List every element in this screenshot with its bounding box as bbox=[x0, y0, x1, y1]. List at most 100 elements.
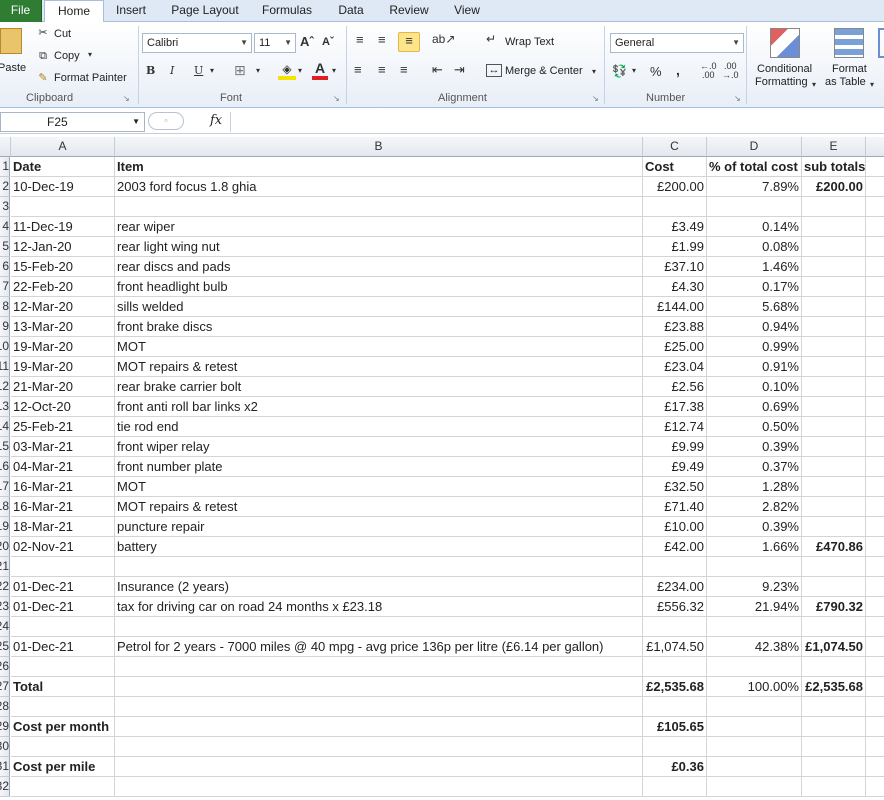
increase-indent-icon[interactable]: ⇥ bbox=[454, 62, 465, 78]
cell-F31[interactable] bbox=[866, 757, 884, 777]
cell-E14[interactable] bbox=[802, 417, 866, 437]
cell-B26[interactable] bbox=[115, 657, 643, 677]
cell-B24[interactable] bbox=[115, 617, 643, 637]
cell-C29[interactable]: £105.65 bbox=[643, 717, 707, 737]
cell-F25[interactable] bbox=[866, 637, 884, 657]
cell-B32[interactable] bbox=[115, 777, 643, 797]
chevron-down-icon[interactable]: ▾ bbox=[812, 80, 816, 89]
cell-D20[interactable]: 1.66% bbox=[707, 537, 802, 557]
cell-B11[interactable]: MOT repairs & retest bbox=[115, 357, 643, 377]
scissors-icon[interactable]: ✂ bbox=[36, 26, 50, 39]
cell-D32[interactable] bbox=[707, 777, 802, 797]
decrease-decimal-icon[interactable]: .00 →.0 bbox=[722, 62, 739, 80]
chevron-down-icon[interactable]: ▾ bbox=[870, 80, 874, 89]
cell-C20[interactable]: £42.00 bbox=[643, 537, 707, 557]
cell-A11[interactable]: 19-Mar-20 bbox=[11, 357, 115, 377]
cell-E10[interactable] bbox=[802, 337, 866, 357]
cell-D12[interactable]: 0.10% bbox=[707, 377, 802, 397]
cell-D7[interactable]: 0.17% bbox=[707, 277, 802, 297]
cell-E18[interactable] bbox=[802, 497, 866, 517]
cell-F29[interactable] bbox=[866, 717, 884, 737]
cell-E25[interactable]: £1,074.50 bbox=[802, 637, 866, 657]
cell-A25[interactable]: 01-Dec-21 bbox=[11, 637, 115, 657]
cell-C17[interactable]: £32.50 bbox=[643, 477, 707, 497]
name-box[interactable]: F25 ▼ bbox=[0, 112, 145, 132]
decrease-indent-icon[interactable]: ⇤ bbox=[432, 62, 443, 78]
cell-D16[interactable]: 0.37% bbox=[707, 457, 802, 477]
cell-E24[interactable] bbox=[802, 617, 866, 637]
cell-A19[interactable]: 18-Mar-21 bbox=[11, 517, 115, 537]
row-header[interactable]: 19 bbox=[0, 517, 10, 537]
cell-D24[interactable] bbox=[707, 617, 802, 637]
cell-C21[interactable] bbox=[643, 557, 707, 577]
cell-C28[interactable] bbox=[643, 697, 707, 717]
cell-F6[interactable] bbox=[866, 257, 884, 277]
select-all-corner[interactable] bbox=[0, 137, 11, 157]
cell-A5[interactable]: 12-Jan-20 bbox=[11, 237, 115, 257]
cell-F1[interactable] bbox=[866, 157, 884, 177]
column-header-d[interactable]: D bbox=[707, 137, 802, 157]
cell-F22[interactable] bbox=[866, 577, 884, 597]
cell-E11[interactable] bbox=[802, 357, 866, 377]
cell-F18[interactable] bbox=[866, 497, 884, 517]
cell-B25[interactable]: Petrol for 2 years - 7000 miles @ 40 mpg… bbox=[115, 637, 643, 657]
row-header[interactable]: 4 bbox=[0, 217, 10, 237]
row-header[interactable]: 24 bbox=[0, 617, 10, 637]
cell-A18[interactable]: 16-Mar-21 bbox=[11, 497, 115, 517]
cell-A21[interactable] bbox=[11, 557, 115, 577]
cell-F27[interactable] bbox=[866, 677, 884, 697]
cell-A20[interactable]: 02-Nov-21 bbox=[11, 537, 115, 557]
cell-E29[interactable] bbox=[802, 717, 866, 737]
cell-E22[interactable] bbox=[802, 577, 866, 597]
cell-styles-icon[interactable] bbox=[878, 28, 884, 58]
percent-button[interactable]: % bbox=[650, 64, 662, 79]
cell-B16[interactable]: front number plate bbox=[115, 457, 643, 477]
cell-E15[interactable] bbox=[802, 437, 866, 457]
cell-C23[interactable]: £556.32 bbox=[643, 597, 707, 617]
cell-E19[interactable] bbox=[802, 517, 866, 537]
row-header[interactable]: 30 bbox=[0, 737, 10, 757]
format-as-table-label-2[interactable]: as Table bbox=[825, 76, 866, 88]
row-header[interactable]: 25 bbox=[0, 637, 10, 657]
row-header[interactable]: 3 bbox=[0, 197, 10, 217]
cell-D14[interactable]: 0.50% bbox=[707, 417, 802, 437]
cell-B9[interactable]: front brake discs bbox=[115, 317, 643, 337]
row-header[interactable]: 18 bbox=[0, 497, 10, 517]
row-header[interactable]: 13 bbox=[0, 397, 10, 417]
cell-A12[interactable]: 21-Mar-20 bbox=[11, 377, 115, 397]
cell-A27[interactable]: Total bbox=[11, 677, 115, 697]
cell-A26[interactable] bbox=[11, 657, 115, 677]
merge-center-icon[interactable]: ↔ bbox=[486, 64, 502, 77]
chevron-down-icon[interactable]: ▾ bbox=[592, 67, 596, 76]
cell-B23[interactable]: tax for driving car on road 24 months x … bbox=[115, 597, 643, 617]
cell-C6[interactable]: £37.10 bbox=[643, 257, 707, 277]
row-header[interactable]: 22 bbox=[0, 577, 10, 597]
cell-D4[interactable]: 0.14% bbox=[707, 217, 802, 237]
formula-input[interactable] bbox=[230, 112, 884, 132]
cell-C5[interactable]: £1.99 bbox=[643, 237, 707, 257]
cell-E2[interactable]: £200.00 bbox=[802, 177, 866, 197]
cell-D5[interactable]: 0.08% bbox=[707, 237, 802, 257]
conditional-formatting-button[interactable]: Conditional bbox=[757, 63, 812, 75]
cell-C27[interactable]: £2,535.68 bbox=[643, 677, 707, 697]
formula-bar-splitter[interactable]: ◦ bbox=[148, 112, 184, 130]
cell-F7[interactable] bbox=[866, 277, 884, 297]
cell-E13[interactable] bbox=[802, 397, 866, 417]
cell-C15[interactable]: £9.99 bbox=[643, 437, 707, 457]
cell-D31[interactable] bbox=[707, 757, 802, 777]
cell-C4[interactable]: £3.49 bbox=[643, 217, 707, 237]
borders-icon[interactable]: ⊞ bbox=[234, 62, 246, 79]
cell-E8[interactable] bbox=[802, 297, 866, 317]
cell-F30[interactable] bbox=[866, 737, 884, 757]
cell-F23[interactable] bbox=[866, 597, 884, 617]
cell-A31[interactable]: Cost per mile bbox=[11, 757, 115, 777]
cell-F9[interactable] bbox=[866, 317, 884, 337]
cell-B13[interactable]: front anti roll bar links x2 bbox=[115, 397, 643, 417]
cell-A16[interactable]: 04-Mar-21 bbox=[11, 457, 115, 477]
cell-B1[interactable]: Item bbox=[115, 157, 643, 177]
increase-decimal-icon[interactable]: ←.0.00 bbox=[700, 62, 717, 80]
column-header-e[interactable]: E bbox=[802, 137, 866, 157]
row-header[interactable]: 29 bbox=[0, 717, 10, 737]
cell-A3[interactable] bbox=[11, 197, 115, 217]
paste-button[interactable]: Paste bbox=[0, 62, 26, 74]
